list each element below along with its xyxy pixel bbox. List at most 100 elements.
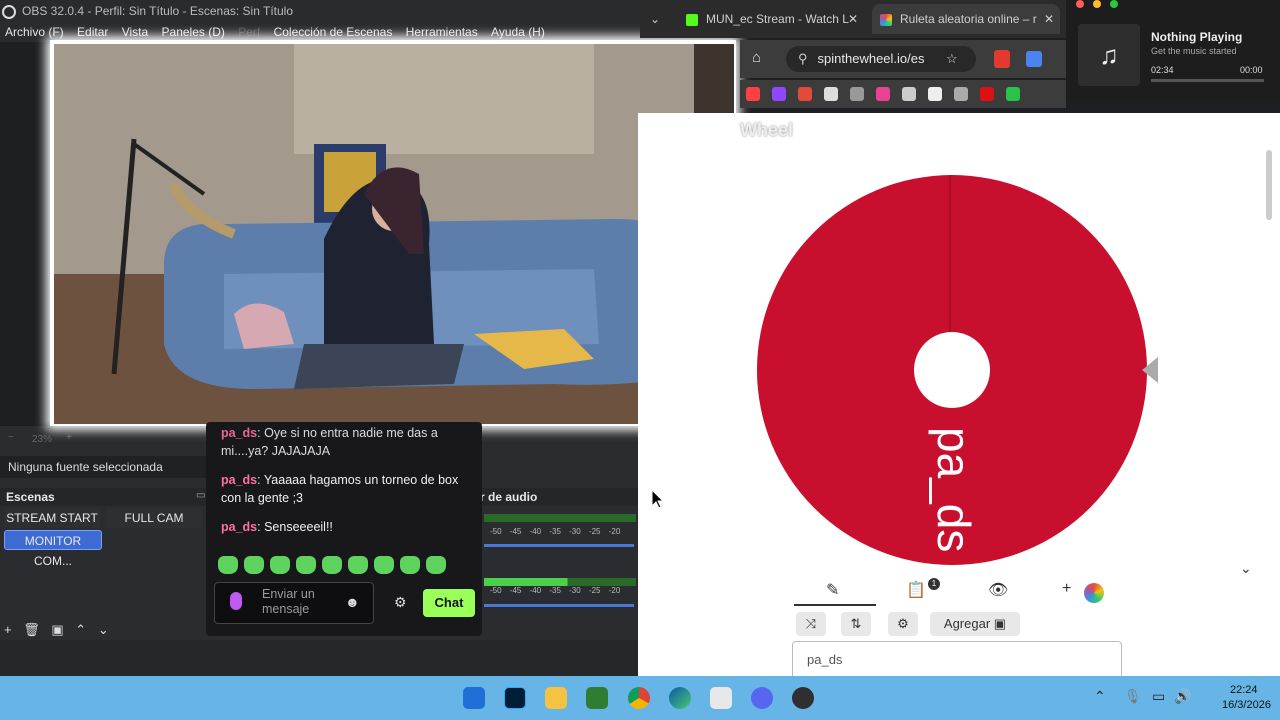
- address-bar[interactable]: ⚲ spinthewheel.io/es ☆: [786, 46, 976, 72]
- start-icon[interactable]: [463, 687, 485, 709]
- bookmark-star-icon[interactable]: ☆: [946, 46, 958, 72]
- close-dot[interactable]: [1076, 0, 1084, 8]
- volume-slider-2[interactable]: [484, 604, 634, 607]
- emote-icon[interactable]: [374, 556, 394, 574]
- wordpress-bookmark-icon[interactable]: [954, 87, 968, 101]
- scene-tools: + 🗑 ▣ ⌃ ⌄: [4, 622, 124, 640]
- pdf-extension-icon[interactable]: [994, 50, 1010, 68]
- menu-editar[interactable]: Editar: [77, 25, 108, 39]
- chrome-icon[interactable]: [628, 687, 650, 709]
- bookmark-icon[interactable]: [850, 87, 864, 101]
- gmail-bookmark-icon[interactable]: [876, 87, 890, 101]
- file-explorer-icon[interactable]: [545, 687, 567, 709]
- site-info-icon[interactable]: ⚲: [798, 51, 808, 66]
- bookmark-icon[interactable]: [928, 87, 942, 101]
- emote-icon[interactable]: [218, 556, 238, 574]
- minimize-dot[interactable]: [1093, 0, 1101, 8]
- emote-icon[interactable]: [244, 556, 264, 574]
- camera-scene-image: [54, 44, 734, 424]
- home-icon[interactable]: ⌂: [752, 49, 761, 66]
- expand-chevron-icon[interactable]: ⌄: [1240, 560, 1252, 577]
- clipboard-icon[interactable]: 📋: [906, 580, 926, 600]
- audio-meter-2: [484, 578, 636, 586]
- chat-username[interactable]: pa_ds: [221, 426, 257, 440]
- photoshop-icon[interactable]: [504, 687, 526, 709]
- microphone-icon[interactable]: [230, 592, 242, 610]
- zoom-dot[interactable]: [1110, 0, 1118, 8]
- scene-monitor-com[interactable]: MONITOR COM...: [4, 530, 102, 568]
- zoom-out-icon[interactable]: −: [8, 432, 14, 443]
- url-text: spinthewheel.io/es: [817, 51, 925, 66]
- add-image-button[interactable]: Agregar ▣: [930, 612, 1020, 636]
- wheel-center[interactable]: [914, 332, 990, 408]
- tab-close-icon[interactable]: ✕: [848, 4, 858, 34]
- shuffle-button[interactable]: ⤨: [796, 612, 826, 636]
- add-icon[interactable]: +: [1062, 580, 1071, 598]
- microphone-tray-icon[interactable]: 🎙: [1124, 688, 1142, 705]
- emote-icon[interactable]: [270, 556, 290, 574]
- emoji-icon[interactable]: ☻: [345, 594, 360, 610]
- tray-expand-icon[interactable]: ⌃: [1094, 688, 1106, 705]
- emote-icon[interactable]: [400, 556, 420, 574]
- obs-taskbar-icon[interactable]: [792, 687, 814, 709]
- bookmark-icon[interactable]: [798, 87, 812, 101]
- page-scrollbar[interactable]: [1266, 150, 1272, 220]
- edit-pencil-icon[interactable]: ✎: [826, 580, 839, 600]
- menu-archivo[interactable]: Archivo (F): [5, 25, 64, 39]
- chat-send-button[interactable]: Chat: [423, 589, 475, 617]
- emote-icon[interactable]: [348, 556, 368, 574]
- tab-list-chevron-icon[interactable]: ⌄: [650, 12, 660, 26]
- app-icon[interactable]: [586, 687, 608, 709]
- clock-time[interactable]: 22:24: [1230, 684, 1258, 696]
- menu-paneles[interactable]: Paneles (D): [162, 25, 225, 39]
- tab-close-icon[interactable]: ✕: [1044, 4, 1054, 34]
- bookmark-icon[interactable]: [980, 87, 994, 101]
- network-icon[interactable]: ▭: [1152, 688, 1165, 705]
- filter-scene-icon[interactable]: ▣: [51, 622, 63, 637]
- move-down-icon[interactable]: ⌄: [98, 622, 109, 637]
- hide-eye-icon[interactable]: 👁: [988, 580, 1008, 600]
- discord-icon[interactable]: [751, 687, 773, 709]
- settings-bookmark-icon[interactable]: [824, 87, 838, 101]
- entries-textarea[interactable]: pa_ds: [792, 641, 1122, 677]
- edge-icon[interactable]: [669, 687, 691, 709]
- volume-icon[interactable]: 🔊: [1174, 688, 1191, 705]
- twitch-bookmark-icon[interactable]: [772, 87, 786, 101]
- camera-preview[interactable]: [54, 44, 734, 424]
- color-wheel-icon[interactable]: [1084, 583, 1104, 603]
- page-logo[interactable]: Wheel: [740, 120, 793, 141]
- emote-icon[interactable]: [322, 556, 342, 574]
- media-title: Nothing Playing: [1151, 30, 1243, 44]
- menu-herramientas[interactable]: Herramientas: [406, 25, 478, 39]
- emote-icon[interactable]: [426, 556, 446, 574]
- volume-slider-1[interactable]: [484, 544, 634, 547]
- obs-titlebar: OBS 32.0.4 - Perfil: Sin Título - Escena…: [0, 0, 660, 22]
- bookmark-icon[interactable]: [902, 87, 916, 101]
- dock-menu-icon[interactable]: ▭: [196, 490, 205, 501]
- scene-stream-start[interactable]: STREAM START: [4, 508, 100, 528]
- delete-scene-icon[interactable]: 🗑: [23, 622, 40, 637]
- tab-mun-stream[interactable]: MUN_ec Stream - Watch L ✕: [682, 4, 862, 34]
- media-progress[interactable]: [1151, 79, 1264, 82]
- bookmark-icon[interactable]: [1006, 87, 1020, 101]
- youtube-bookmark-icon[interactable]: [746, 87, 760, 101]
- zoom-in-icon[interactable]: +: [66, 432, 72, 443]
- menu-vista[interactable]: Vista: [122, 25, 148, 39]
- spin-wheel[interactable]: pa_ds: [750, 165, 1170, 575]
- store-icon[interactable]: [710, 687, 732, 709]
- audio-scale-1: -50 -45 -40 -35 -30 -25 -20: [490, 527, 621, 536]
- translate-extension-icon[interactable]: [1026, 51, 1042, 67]
- settings-button[interactable]: ⚙: [888, 612, 918, 636]
- menu-coleccion[interactable]: Colección de Escenas: [274, 25, 393, 39]
- add-scene-icon[interactable]: +: [4, 622, 12, 637]
- sort-button[interactable]: ⇅: [841, 612, 871, 636]
- chat-username[interactable]: pa_ds: [221, 473, 257, 487]
- emote-icon[interactable]: [296, 556, 316, 574]
- scene-full-cam[interactable]: FULL CAM: [106, 508, 202, 528]
- menu-ayuda[interactable]: Ayuda (H): [491, 25, 545, 39]
- tab-ruleta[interactable]: Ruleta aleatoria online – r ✕: [872, 4, 1060, 34]
- move-up-icon[interactable]: ⌃: [75, 622, 86, 637]
- chat-username[interactable]: pa_ds: [221, 520, 257, 534]
- clock-date[interactable]: 16/3/2026: [1222, 699, 1271, 711]
- settings-gear-icon[interactable]: ⚙: [394, 594, 407, 611]
